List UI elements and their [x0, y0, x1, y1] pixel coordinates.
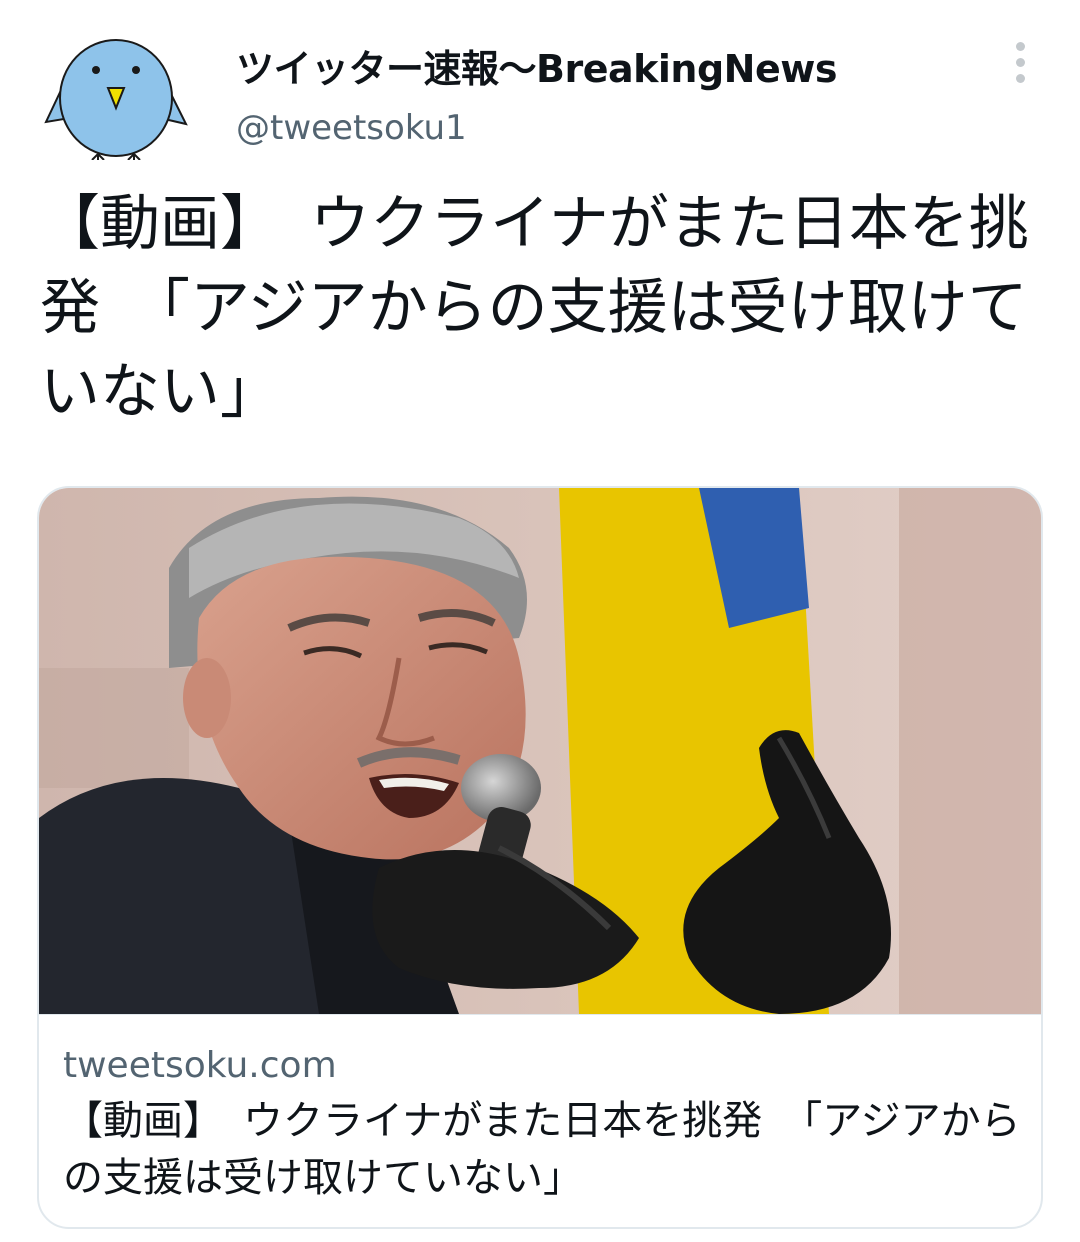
link-card[interactable]: tweetsoku.com 【動画】 ウクライナがまた日本を挑発 「アジアからの… [37, 486, 1043, 1229]
card-meta[interactable]: tweetsoku.com 【動画】 ウクライナがまた日本を挑発 「アジアからの… [39, 1014, 1041, 1227]
more-options-button[interactable] [1000, 36, 1040, 88]
avatar[interactable] [40, 30, 190, 161]
tweet-text: 【動画】 ウクライナがまた日本を挑発 「アジアからの支援は受け取けていない」 [40, 189, 1029, 427]
display-name[interactable]: ツイッター速報〜BreakingNews [236, 38, 837, 93]
blue-bird-avatar-icon [44, 39, 188, 161]
card-image[interactable] [39, 488, 1041, 1014]
card-domain: tweetsoku.com [63, 1045, 337, 1086]
card-title: 【動画】 ウクライナがまた日本を挑発 「アジアからの支援は受け取けていない」 [63, 1098, 1021, 1201]
username-handle[interactable]: @tweetsoku1 [236, 108, 467, 148]
speaker-photo [39, 488, 1041, 1014]
more-vertical-icon [1015, 41, 1025, 51]
